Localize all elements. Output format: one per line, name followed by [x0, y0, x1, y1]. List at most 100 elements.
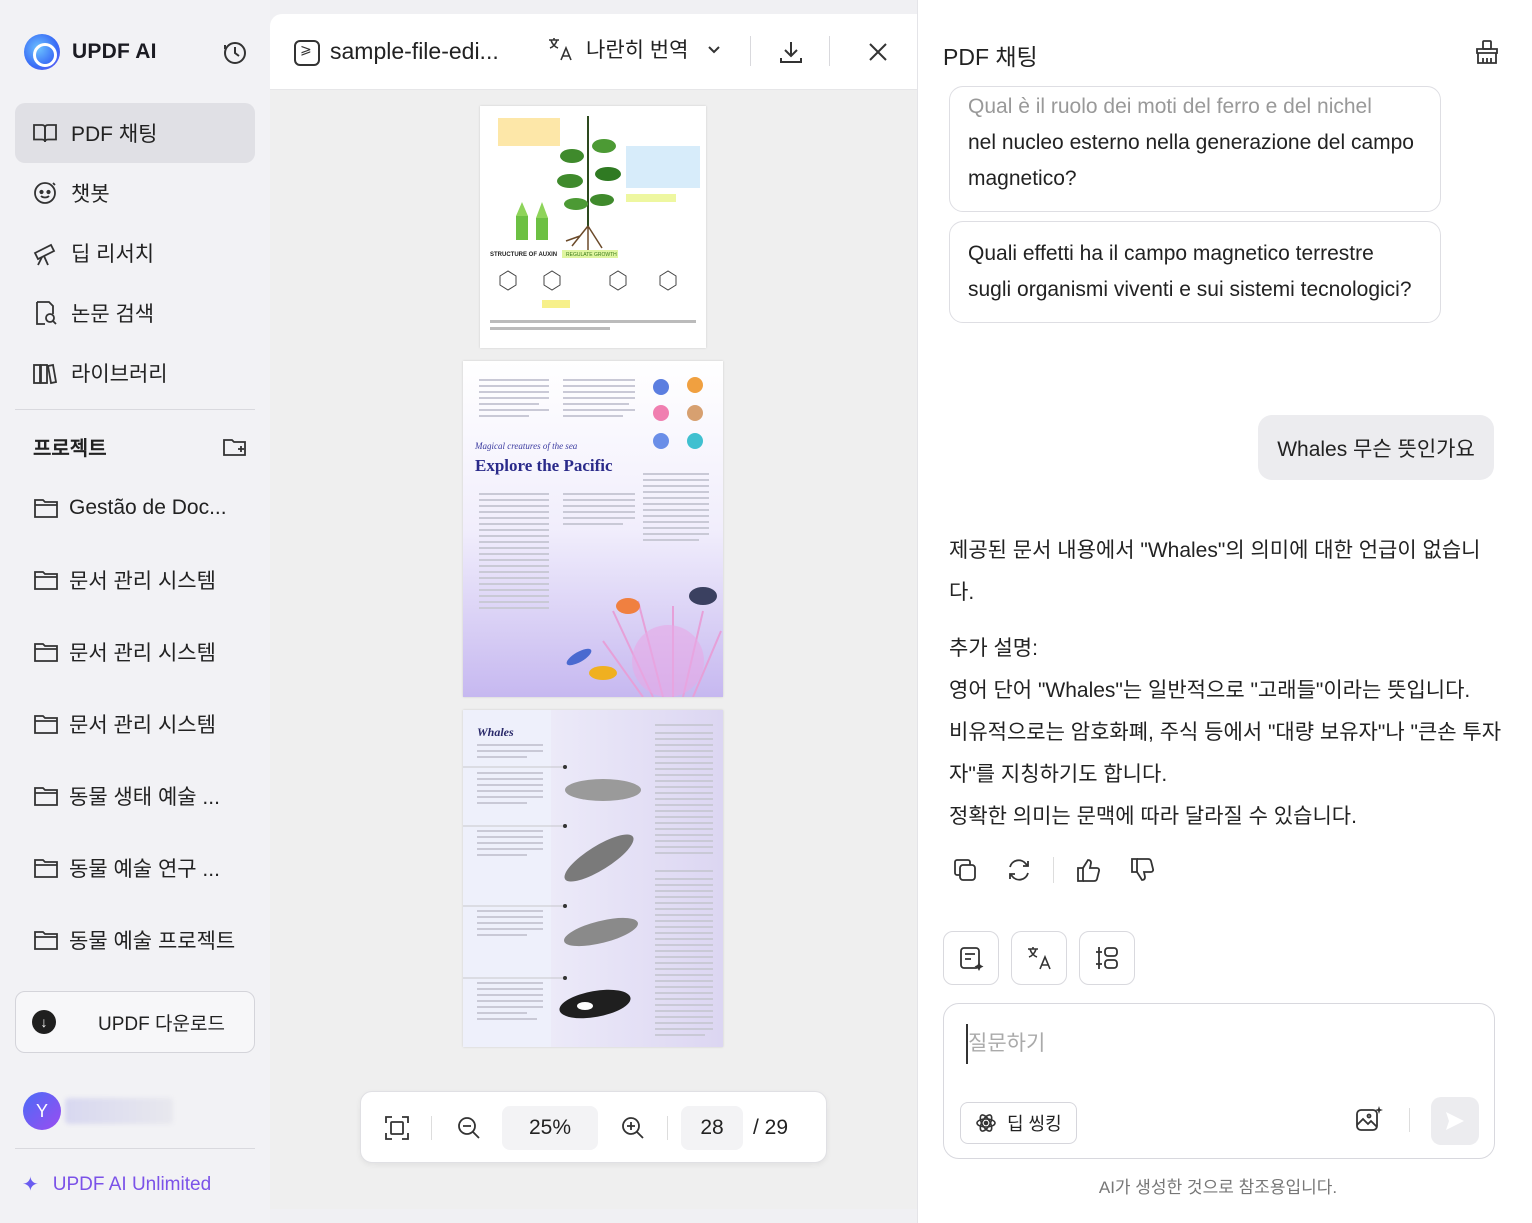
regenerate-icon[interactable]	[1005, 856, 1033, 884]
book-open-icon	[33, 124, 57, 143]
zoom-level[interactable]: 25%	[502, 1106, 598, 1150]
chat-panel: PDF 채팅 Qual è il ruolo dei moti del ferr…	[917, 0, 1532, 1223]
project-item[interactable]: 문서 관리 시스템	[33, 544, 255, 616]
project-item[interactable]: 문서 관리 시스템	[33, 688, 255, 760]
brand[interactable]: UPDF AI	[24, 34, 157, 70]
answer-extra-title: 추가 설명:	[949, 637, 1038, 660]
brand-name: UPDF AI	[72, 40, 157, 63]
sidebar-item-label: 논문 검색	[71, 303, 155, 326]
page-thumbnail-auxin[interactable]: STRUCTURE OF AUXIN REGULATE GROWTH	[480, 106, 706, 348]
pdf-file-icon	[294, 40, 320, 66]
send-icon	[1446, 1112, 1464, 1130]
project-item[interactable]: 문서 관리 시스템	[33, 616, 255, 688]
actions-separator	[1053, 857, 1054, 883]
image-upload-icon[interactable]	[1354, 1104, 1384, 1134]
copy-icon[interactable]	[951, 856, 979, 884]
chat-input[interactable]	[966, 1024, 1466, 1064]
project-item[interactable]: Gestão de Doc...	[33, 472, 255, 544]
answer-line: 비유적으로는 암호화폐, 주식 등에서 "대량 보유자"나 "큰손 투자자"를 …	[949, 721, 1502, 786]
side-by-side-translate-button[interactable]: 나란히 번역	[546, 34, 722, 64]
folder-icon	[34, 715, 58, 734]
unlimited-label: UPDF AI Unlimited	[52, 1173, 212, 1195]
sidebar-item-label: PDF 채팅	[71, 123, 158, 146]
sidebar-divider	[15, 409, 255, 410]
page-thumbnail-pacific[interactable]: Magical creatures of the sea Explore the…	[463, 361, 723, 697]
answer-line: 정확한 의미는 문맥에 따라 달라질 수 있습니다.	[949, 805, 1357, 828]
translate-icon	[549, 38, 572, 61]
sidebar-item-label: 챗봇	[71, 183, 110, 206]
pacific-subtitle: Magical creatures of the sea	[474, 441, 578, 451]
toolbar-separator	[667, 1116, 668, 1140]
sparkle-icon: ✦	[22, 1174, 39, 1196]
auxin-title: STRUCTURE OF AUXIN	[490, 252, 557, 258]
download-updf-button[interactable]: ↓ UPDF 다운로드	[15, 991, 255, 1053]
current-page-input[interactable]: 28	[681, 1106, 743, 1150]
download-label: UPDF 다운로드	[98, 1013, 225, 1035]
atom-icon	[976, 1114, 996, 1132]
translate-icon	[1028, 947, 1051, 970]
sidebar-item-pdf-chat[interactable]: PDF 채팅	[15, 103, 255, 163]
page-total: / 29	[753, 1116, 789, 1139]
thumbs-up-icon[interactable]	[1074, 856, 1102, 884]
broom-clear-icon[interactable]	[1473, 38, 1501, 66]
user-message: Whales 무슨 뜻인가요	[1258, 415, 1494, 480]
ai-answer: 제공된 문서 내용에서 "Whales"의 의미에 대한 언급이 없습니다. 추…	[949, 530, 1504, 838]
send-button[interactable]	[1431, 1097, 1479, 1145]
explain-button[interactable]	[1079, 931, 1135, 985]
answer-line: 제공된 문서 내용에서 "Whales"의 의미에 대한 언급이 없습니다.	[949, 539, 1481, 604]
viewer-toolbar: sample-file-edi... 나란히 번역	[270, 14, 917, 90]
sidebar-item-label: 라이브러리	[71, 363, 168, 386]
chat-title: PDF 채팅	[943, 44, 1038, 70]
page-thumbnails[interactable]: STRUCTURE OF AUXIN REGULATE GROWTH Magic…	[270, 91, 917, 1209]
suggested-question[interactable]: Quali effetti ha il campo magnetico terr…	[949, 221, 1441, 323]
quick-tools	[943, 931, 1147, 985]
zoom-in-icon[interactable]	[619, 1114, 647, 1142]
project-item-label: Gestão de Doc...	[69, 496, 227, 519]
pdf-viewer: sample-file-edi... 나란히 번역	[270, 14, 917, 1209]
outline-icon	[1096, 947, 1118, 969]
history-icon[interactable]	[222, 40, 248, 66]
folder-icon	[34, 859, 58, 878]
project-list: Gestão de Doc... 문서 관리 시스템 문서 관리 시스템 문서 …	[33, 472, 255, 976]
deep-thinking-label: 딥 씽킹	[1007, 1114, 1062, 1134]
thumbs-down-icon[interactable]	[1128, 856, 1156, 884]
zoom-out-icon[interactable]	[455, 1114, 483, 1142]
toolbar-separator	[431, 1116, 432, 1140]
translate-button[interactable]	[1011, 931, 1067, 985]
toolbar-separator	[750, 36, 751, 66]
avatar: Y	[23, 1092, 61, 1130]
folder-icon	[34, 571, 58, 590]
suggested-question[interactable]: Qual è il ruolo dei moti del ferro e del…	[949, 86, 1441, 212]
download-icon: ↓	[32, 1010, 56, 1034]
composer-separator	[1409, 1108, 1410, 1132]
chevron-down-icon	[708, 46, 721, 54]
pacific-illustration: Magical creatures of the sea Explore the…	[463, 361, 723, 697]
sidebar-item-chatbot[interactable]: 챗봇	[15, 163, 255, 223]
folder-icon	[34, 643, 58, 662]
summarize-button[interactable]	[943, 931, 999, 985]
file-name[interactable]: sample-file-edi...	[330, 38, 499, 65]
sidebar-item-deep-research[interactable]: 딥 리서치	[15, 223, 255, 283]
project-item-label: 문서 관리 시스템	[69, 714, 216, 737]
ai-disclaimer: AI가 생성한 것으로 참조용입니다.	[1098, 1178, 1338, 1197]
user-account[interactable]: Y	[23, 1092, 173, 1130]
deep-thinking-button[interactable]: 딥 씽킹	[960, 1102, 1077, 1144]
projects-header: 프로젝트	[33, 432, 248, 461]
download-icon[interactable]	[777, 38, 805, 66]
sidebar: UPDF AI PDF 채팅 챗봇 딥 리서치 논문 검색 라이브러리 프로젝트	[0, 0, 270, 1223]
sidebar-item-library[interactable]: 라이브러리	[15, 343, 255, 403]
updf-ai-unlimited-link[interactable]: ✦ UPDF AI Unlimited	[22, 1172, 211, 1197]
pacific-title: Explore the Pacific	[475, 456, 613, 475]
whales-title: Whales	[477, 725, 514, 739]
page-thumbnail-whales[interactable]: Whales	[463, 710, 723, 1047]
project-item[interactable]: 동물 생태 예술 ...	[33, 760, 255, 832]
folder-icon	[34, 787, 58, 806]
sidebar-item-paper-search[interactable]: 논문 검색	[15, 283, 255, 343]
sidebar-item-label: 딥 리서치	[71, 243, 155, 266]
new-folder-icon[interactable]	[222, 434, 248, 460]
project-item[interactable]: 동물 예술 연구 ...	[33, 832, 255, 904]
close-icon[interactable]	[864, 38, 892, 66]
fit-page-icon[interactable]	[383, 1114, 411, 1142]
project-item[interactable]: 동물 예술 프로젝트	[33, 904, 255, 976]
auxin-illustration: STRUCTURE OF AUXIN REGULATE GROWTH	[490, 116, 700, 330]
